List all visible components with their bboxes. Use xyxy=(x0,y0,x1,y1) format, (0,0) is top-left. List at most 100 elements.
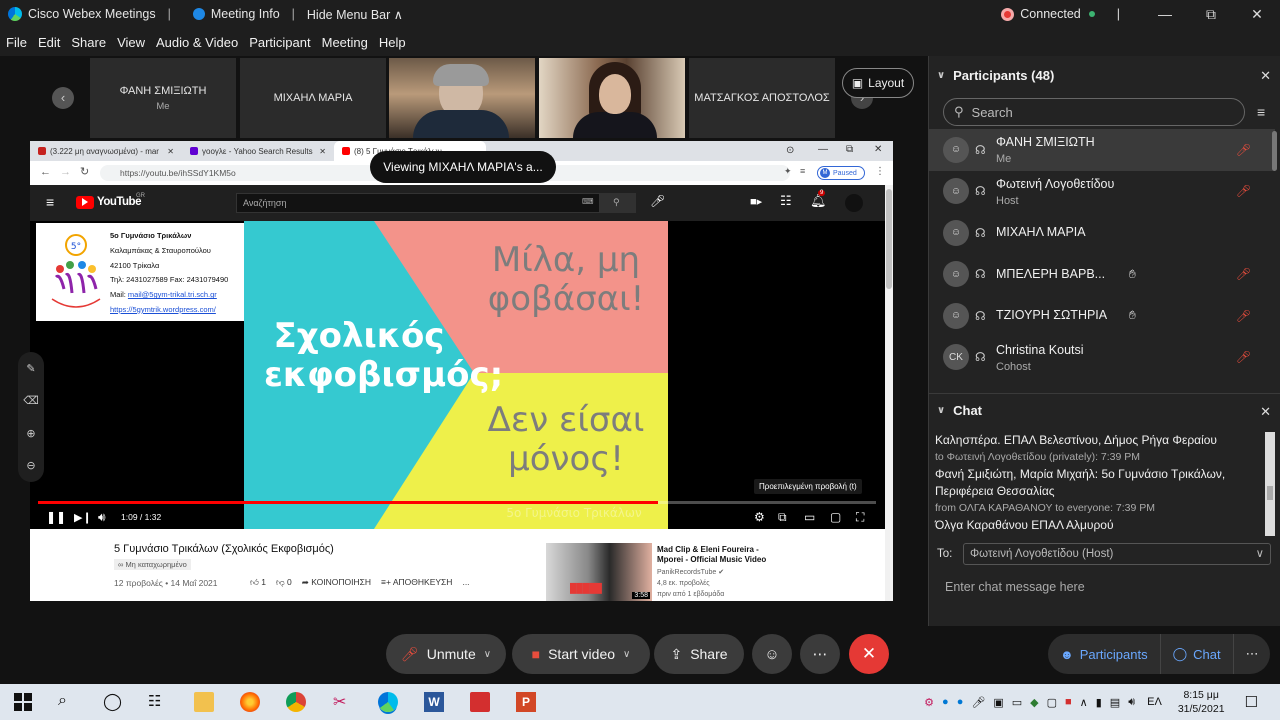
apps-grid-icon[interactable]: ☷ xyxy=(780,193,792,209)
webex-taskbar-icon[interactable] xyxy=(378,692,398,712)
unmute-button[interactable]: 🎤︎ Unmute ∨ xyxy=(386,634,506,674)
miniplayer-icon[interactable]: ⧉ xyxy=(778,510,787,525)
thumbs-prev-icon[interactable]: ‹ xyxy=(52,87,74,109)
tab-close-icon[interactable]: ✕ xyxy=(167,147,174,156)
tray-webex-icon[interactable]: ● xyxy=(942,696,949,708)
participant-row[interactable]: ☺ ☊ Φωτεινή Λογοθετίδου Host 🎤︎ xyxy=(929,171,1275,213)
close-window-button[interactable]: ✕ xyxy=(1234,6,1280,23)
snipping-tool-icon[interactable]: ✂ xyxy=(333,692,353,712)
school-website-link[interactable]: https://5gymtrik.wordpress.com/ xyxy=(110,303,228,318)
hide-menu-bar-toggle[interactable]: Hide Menu Bar ∧ xyxy=(307,7,403,22)
notifications-center-icon[interactable]: ☐ xyxy=(1245,693,1258,711)
eraser-icon[interactable]: ⌫ xyxy=(23,394,39,407)
meeting-info-link[interactable]: Meeting Info xyxy=(211,7,280,21)
participant-row[interactable]: ☺ ☊ ΤΖΙΟΥΡΗ ΣΩΤΗΡΙΑ ✋︎ 🎤︎ xyxy=(929,295,1275,337)
menu-audio-video[interactable]: Audio & Video xyxy=(156,35,238,50)
end-meeting-button[interactable]: ✕ xyxy=(849,634,889,674)
tray-security-icon[interactable]: ◆ xyxy=(1030,696,1038,709)
windows-start-icon[interactable] xyxy=(13,692,33,712)
participant-scrollbar[interactable] xyxy=(1272,131,1277,171)
fullscreen-icon[interactable]: ⛶ xyxy=(856,510,864,525)
volume-icon[interactable]: 🔊︎ xyxy=(1128,696,1135,709)
chat-message-input[interactable]: Enter chat message here xyxy=(945,580,1085,594)
suggested-video-thumbnail[interactable]: █████ 3:58 xyxy=(546,543,652,601)
tray-mic-icon[interactable]: 🎤︎ xyxy=(971,696,985,709)
zoom-out-icon[interactable]: ⊖ xyxy=(26,459,35,472)
browser-minimize-icon[interactable]: — xyxy=(818,144,828,155)
task-view-icon[interactable]: ☷ xyxy=(148,692,168,712)
tab-search-icon[interactable]: ⊙ xyxy=(786,145,794,156)
tray-app-icon[interactable]: ⚙ xyxy=(924,696,934,709)
sort-list-icon[interactable]: ≡ xyxy=(1257,104,1265,120)
video-player[interactable]: 5° 5ο Γυμνάσιο Τρικάλων Καλαμπάκας & Στα… xyxy=(30,221,885,529)
participant-row[interactable]: ☺ ☊ ΜΠΕΛΕΡΗ ΒΑΡΒ... ✋︎ 🎤︎ xyxy=(929,254,1275,296)
minimize-button[interactable]: — xyxy=(1142,6,1188,22)
share-button[interactable]: ⇪ Share xyxy=(654,634,744,674)
share-video-button[interactable]: ➦ ΚΟΙΝΟΠΟΙΗΣΗ xyxy=(302,577,371,588)
school-mail-link[interactable]: mail@5gym-trikal.tri.sch.gr xyxy=(128,290,217,299)
participants-toggle-button[interactable]: ☻ Participants xyxy=(1048,634,1161,674)
tray-camera-icon[interactable]: ▣ xyxy=(993,696,1003,709)
zoom-in-icon[interactable]: ⊕ xyxy=(26,427,35,440)
profile-paused-chip[interactable]: M Paused xyxy=(817,166,865,180)
collapse-chat-icon[interactable]: ∨ xyxy=(937,405,945,416)
menu-file[interactable]: File xyxy=(6,35,27,50)
chat-toggle-button[interactable]: ◯ Chat xyxy=(1161,634,1234,674)
pause-icon[interactable]: ❚❚ xyxy=(46,510,66,524)
reload-icon[interactable]: ↻ xyxy=(80,165,89,178)
menu-participant[interactable]: Participant xyxy=(249,35,310,50)
keyboard-icon[interactable]: ⌨ xyxy=(582,197,594,206)
youtube-search-input[interactable]: Αναζήτηση xyxy=(236,193,600,213)
participant-row[interactable]: ☺ ☊ ΜΙΧΑΗΛ ΜΑΡΙΑ xyxy=(929,212,1275,254)
browser-close-icon[interactable]: ✕ xyxy=(874,144,882,155)
save-video-button[interactable]: ≡+ ΑΠΟΘΗΚΕΥΣΗ xyxy=(381,577,452,588)
battery-icon[interactable]: ▮ xyxy=(1096,696,1102,709)
reactions-button[interactable]: ☺ xyxy=(752,634,792,674)
chrome-icon[interactable] xyxy=(286,692,306,712)
dislike-button[interactable]: 👎︎ 0 xyxy=(276,577,292,588)
meeting-info-icon[interactable] xyxy=(192,8,205,20)
menu-meeting[interactable]: Meeting xyxy=(322,35,368,50)
browser-menu-icon[interactable]: ⋮ xyxy=(875,166,885,177)
word-icon[interactable]: W xyxy=(424,692,444,712)
annotate-pen-icon[interactable]: ✎ xyxy=(26,362,35,375)
mic-muted-icon[interactable]: 🎤︎ xyxy=(1236,309,1251,323)
tray-app-icon[interactable]: ▢ xyxy=(1047,696,1057,709)
tray-app-icon[interactable]: ● xyxy=(957,696,964,708)
settings-icon[interactable]: ⚙ xyxy=(754,510,765,524)
tray-display-icon[interactable]: ▭ xyxy=(1012,696,1022,709)
more-actions-button[interactable]: ... xyxy=(462,577,469,588)
collapse-participants-icon[interactable]: ∨ xyxy=(937,70,945,81)
clock[interactable]: 8:15 μμ 31/5/2021 xyxy=(1178,688,1225,716)
suggested-title-line1[interactable]: Mad Clip & Eleni Foureira - xyxy=(657,545,766,555)
tab-close-icon[interactable]: ✕ xyxy=(319,147,326,156)
like-button[interactable]: 👍︎ 1 xyxy=(250,577,266,588)
layout-button[interactable]: ▣ Layout xyxy=(842,68,914,98)
chevron-down-icon[interactable]: ∨ xyxy=(623,649,630,660)
network-icon[interactable]: ▤ xyxy=(1110,696,1120,709)
page-scrollbar[interactable] xyxy=(885,185,893,601)
participant-row[interactable]: CK ☊ Christina Koutsi Cohost 🎤︎ xyxy=(929,337,1275,379)
browser-tab[interactable]: (3.222 μη αναγνωσμένα) - mar ✕ xyxy=(30,141,182,161)
file-explorer-icon[interactable] xyxy=(194,692,214,712)
forward-icon[interactable]: → xyxy=(60,166,71,178)
menu-help[interactable]: Help xyxy=(379,35,406,50)
create-video-icon[interactable]: ■▸ xyxy=(750,195,762,208)
menu-view[interactable]: View xyxy=(117,35,145,50)
back-icon[interactable]: ← xyxy=(40,166,51,178)
more-panels-button[interactable]: ⋯ xyxy=(1234,634,1271,674)
firefox-icon[interactable] xyxy=(240,692,260,712)
more-options-button[interactable]: ⋯ xyxy=(800,634,840,674)
chat-scrollbar[interactable] xyxy=(1265,432,1275,536)
thumbnail-video[interactable] xyxy=(539,58,685,138)
powerpoint-icon[interactable]: P xyxy=(516,692,536,712)
start-video-button[interactable]: ■ Start video ∨ xyxy=(512,634,650,674)
progress-bar[interactable] xyxy=(38,501,876,504)
youtube-logo-text[interactable]: YouTube xyxy=(97,196,141,208)
mic-muted-icon[interactable]: 🎤︎ xyxy=(1236,350,1251,364)
cortana-icon[interactable]: ◯ xyxy=(103,692,123,712)
mic-muted-icon[interactable]: 🎤︎ xyxy=(1236,267,1251,281)
thumbnail-participant[interactable]: ΜΙΧΑΗΛ ΜΑΡΙΑ xyxy=(240,58,386,138)
next-icon[interactable]: ▶❙ xyxy=(74,511,92,524)
acrobat-icon[interactable] xyxy=(470,692,490,712)
